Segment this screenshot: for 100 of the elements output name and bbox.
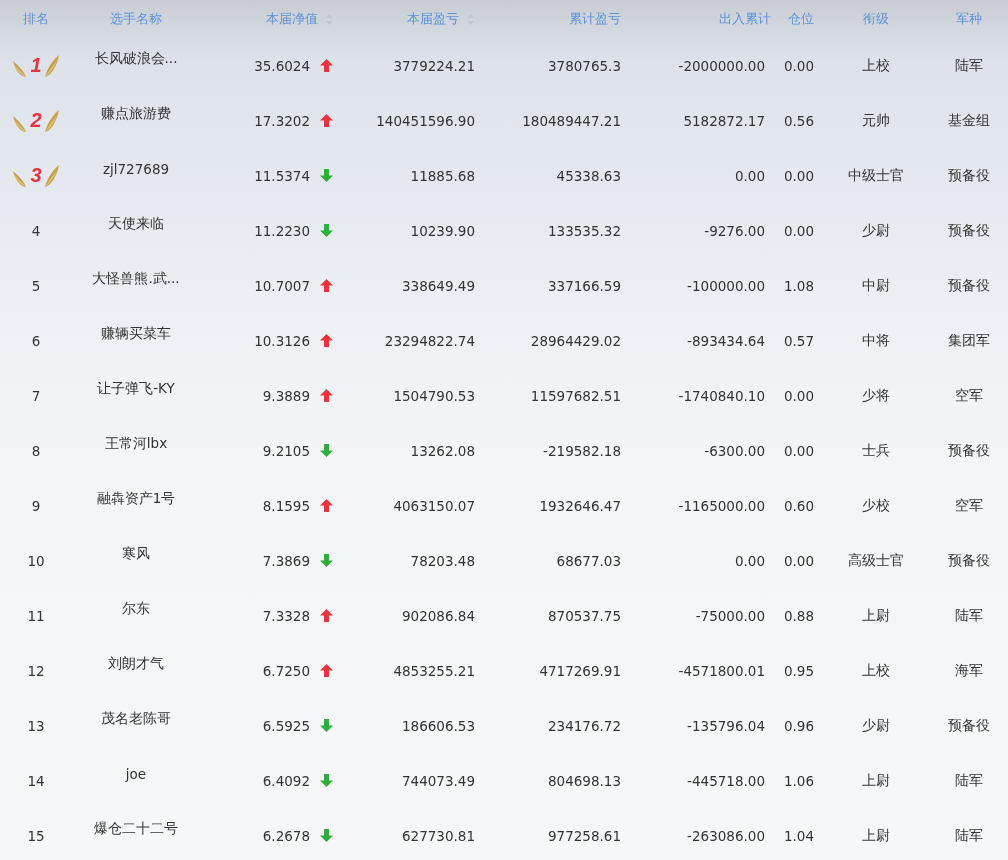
- rank-number: 9: [31, 497, 41, 514]
- rank-number: 5: [31, 277, 41, 294]
- position-ratio: 1.06: [783, 772, 814, 789]
- military-rank: 中将: [862, 331, 890, 350]
- player-name: 尔东: [122, 599, 150, 618]
- player-name: 赚辆买菜车: [101, 324, 171, 343]
- net-value: 11.5374: [254, 167, 310, 184]
- player-name: 刘朗才气: [108, 654, 164, 673]
- position-ratio: 0.95: [783, 662, 814, 679]
- season-profit: 744073.49: [402, 772, 475, 789]
- player-name: joe: [125, 765, 147, 782]
- army-branch: 预备役: [948, 441, 990, 460]
- military-rank: 高级士官: [848, 551, 904, 570]
- military-rank: 上尉: [862, 606, 890, 625]
- military-rank: 少校: [862, 496, 890, 515]
- position-ratio: 0.60: [783, 497, 814, 514]
- military-rank: 少将: [862, 386, 890, 405]
- army-branch: 基金组: [948, 111, 990, 130]
- player-name: zjl727689: [102, 160, 170, 177]
- position-ratio: 0.96: [783, 717, 814, 734]
- total-profit: 3780765.3: [548, 57, 621, 74]
- position-ratio: 1.04: [783, 827, 814, 844]
- net-value: 7.3869: [262, 552, 310, 569]
- player-name: 爆仓二十二号: [94, 819, 178, 838]
- net-value: 35.6024: [254, 57, 310, 74]
- net-value: 6.7250: [262, 662, 310, 679]
- total-profit: -219582.18: [543, 442, 621, 459]
- position-ratio: 0.00: [783, 57, 814, 74]
- military-rank: 上尉: [862, 826, 890, 845]
- player-name: 让子弹飞-KY: [97, 379, 175, 398]
- army-branch: 陆军: [955, 606, 983, 625]
- cash-flow: -1740840.10: [678, 387, 765, 404]
- military-rank: 少尉: [862, 221, 890, 240]
- season-profit: 78203.48: [410, 552, 475, 569]
- cash-flow: -9276.00: [704, 222, 765, 239]
- column-header: 本届盈亏: [407, 10, 459, 28]
- player-name: 大怪兽熊.武...: [92, 269, 180, 288]
- cash-flow: -6300.00: [704, 442, 765, 459]
- player-name: 茂名老陈哥: [101, 709, 171, 728]
- season-profit: 23294822.74: [384, 332, 475, 349]
- military-rank: 上校: [862, 661, 890, 680]
- military-rank: 中级士官: [848, 166, 904, 185]
- season-profit: 627730.81: [402, 827, 475, 844]
- column-header: 排名: [23, 10, 49, 28]
- season-profit: 186606.53: [402, 717, 475, 734]
- cash-flow: -1165000.00: [678, 497, 765, 514]
- cash-flow: -2000000.00: [678, 57, 765, 74]
- total-profit: 45338.63: [556, 167, 621, 184]
- cash-flow: -135796.04: [687, 717, 765, 734]
- net-value: 10.7007: [254, 277, 310, 294]
- net-value: 6.5925: [262, 717, 310, 734]
- rank-number: 11: [27, 607, 45, 624]
- net-value: 17.3202: [254, 112, 310, 129]
- total-profit: 337166.59: [548, 277, 621, 294]
- position-ratio: 0.00: [783, 552, 814, 569]
- rank-number: 14: [27, 772, 45, 789]
- player-name: 长风破浪会...: [94, 49, 178, 68]
- position-ratio: 0.00: [783, 387, 814, 404]
- player-name: 王常河lbx: [104, 434, 168, 453]
- season-profit: 1504790.53: [393, 387, 475, 404]
- cash-flow: 0.00: [734, 167, 765, 184]
- column-header: 衔级: [863, 10, 889, 28]
- rank-number: 8: [31, 442, 41, 459]
- rank-medal: 2: [12, 106, 60, 135]
- position-ratio: 0.57: [783, 332, 814, 349]
- total-profit: 28964429.02: [530, 332, 621, 349]
- player-name: 融犇资产1号: [96, 489, 176, 508]
- rank-number: 13: [27, 717, 45, 734]
- rank-number: 6: [31, 332, 41, 349]
- season-profit: 11885.68: [410, 167, 475, 184]
- season-profit: 10239.90: [410, 222, 475, 239]
- season-profit: 13262.08: [410, 442, 475, 459]
- column-header: 累计盈亏: [569, 10, 621, 28]
- net-value: 6.2678: [262, 827, 310, 844]
- total-profit: 234176.72: [548, 717, 621, 734]
- season-profit: 4853255.21: [393, 662, 475, 679]
- army-branch: 预备役: [948, 221, 990, 240]
- position-ratio: 0.88: [783, 607, 814, 624]
- column-header: 仓位: [788, 10, 814, 28]
- column-header: 本届净值: [266, 10, 318, 28]
- cash-flow: -75000.00: [695, 607, 765, 624]
- player-name: 寒风: [122, 544, 150, 563]
- player-name: 赚点旅游费: [101, 104, 171, 123]
- season-profit: 4063150.07: [393, 497, 475, 514]
- column-header: 军种: [956, 10, 982, 28]
- column-header: 选手名称: [110, 10, 162, 28]
- rank-medal: 1: [12, 51, 60, 80]
- army-branch: 陆军: [955, 771, 983, 790]
- season-profit: 902086.84: [402, 607, 475, 624]
- player-name: 天使来临: [108, 214, 164, 233]
- cash-flow: 5182872.17: [683, 112, 765, 129]
- net-value: 7.3328: [262, 607, 310, 624]
- rank-medal: 3: [12, 161, 60, 190]
- army-branch: 陆军: [955, 56, 983, 75]
- rank-number: 12: [27, 662, 45, 679]
- military-rank: 中尉: [862, 276, 890, 295]
- army-branch: 预备役: [948, 276, 990, 295]
- rank-number: 10: [27, 552, 45, 569]
- military-rank: 上校: [862, 56, 890, 75]
- cash-flow: -893434.64: [687, 332, 765, 349]
